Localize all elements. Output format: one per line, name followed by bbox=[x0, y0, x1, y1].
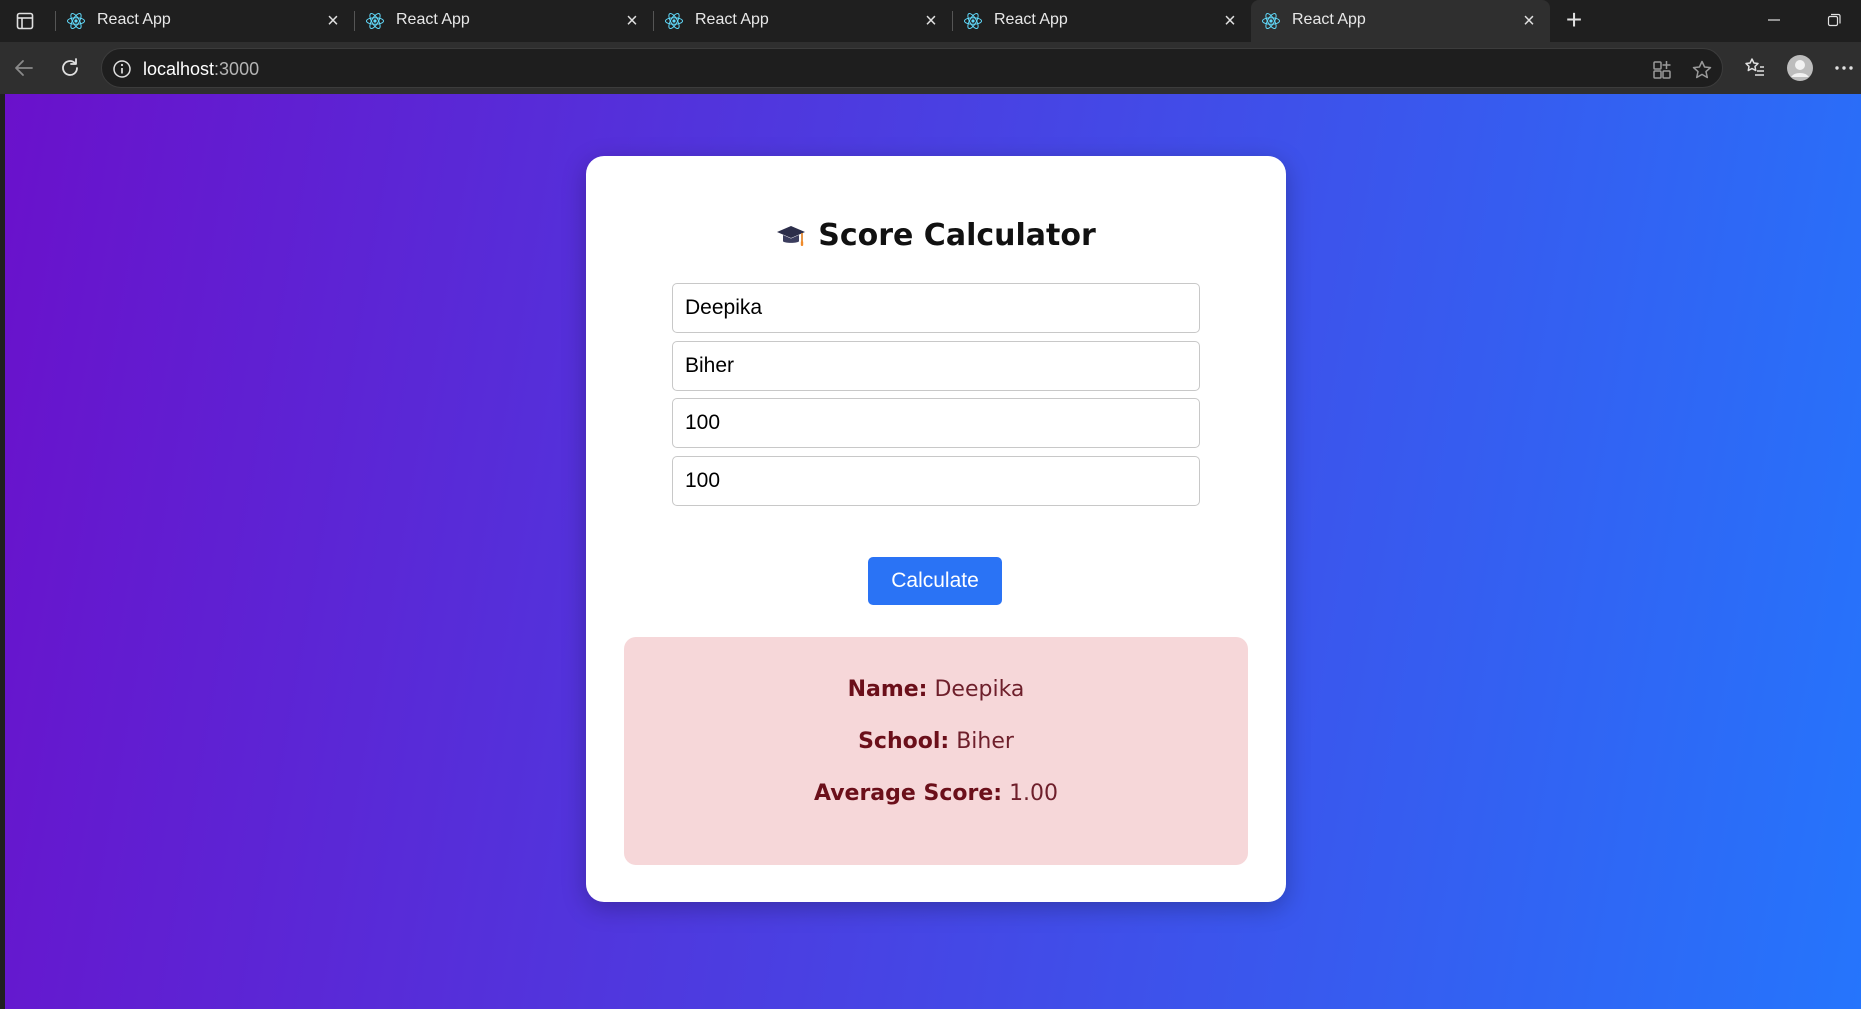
title-text: Score Calculator bbox=[818, 218, 1096, 253]
tab-react-app-2[interactable]: React App × bbox=[355, 0, 653, 42]
app-available-icon[interactable] bbox=[1650, 58, 1674, 82]
site-info-icon[interactable] bbox=[112, 59, 132, 79]
tab-react-app-1[interactable]: React App × bbox=[56, 0, 354, 42]
sidebar-toggle-icon[interactable] bbox=[10, 9, 40, 33]
profile-avatar-icon[interactable] bbox=[1786, 54, 1814, 82]
tab-title: React App bbox=[695, 11, 769, 28]
favorites-list-icon[interactable] bbox=[1741, 54, 1769, 82]
result-average-value: 1.00 bbox=[1009, 781, 1059, 806]
page-title: Score Calculator bbox=[586, 218, 1286, 253]
result-name-label: Name: bbox=[847, 677, 928, 702]
score2-input[interactable] bbox=[672, 456, 1200, 506]
result-average-label: Average Score: bbox=[813, 781, 1003, 806]
react-logo-icon bbox=[1261, 11, 1281, 31]
school-input[interactable] bbox=[672, 341, 1200, 391]
page-viewport: Score Calculator Calculate Name: Deepika… bbox=[5, 94, 1861, 1009]
tab-close-icon[interactable]: × bbox=[623, 11, 641, 31]
result-average: Average Score: 1.00 bbox=[624, 781, 1248, 806]
tab-close-icon[interactable]: × bbox=[1221, 11, 1239, 31]
react-logo-icon bbox=[963, 11, 983, 31]
tab-title: React App bbox=[396, 11, 470, 28]
tab-title: React App bbox=[97, 11, 171, 28]
result-school-value: Biher bbox=[956, 729, 1014, 754]
result-name: Name: Deepika bbox=[624, 677, 1248, 702]
tab-react-app-5-active[interactable]: React App × bbox=[1251, 0, 1550, 42]
url-text[interactable]: localhost:3000 bbox=[143, 59, 259, 80]
new-tab-plus-icon[interactable]: + bbox=[1559, 6, 1589, 36]
graduation-cap-icon bbox=[776, 219, 806, 249]
browser-toolbar: localhost:3000 bbox=[0, 42, 1861, 94]
tab-react-app-3[interactable]: React App × bbox=[654, 0, 952, 42]
back-arrow-icon[interactable] bbox=[10, 54, 38, 82]
result-school-label: School: bbox=[858, 729, 950, 754]
score1-input[interactable] bbox=[672, 398, 1200, 448]
score-calculator-card: Score Calculator Calculate Name: Deepika… bbox=[586, 156, 1286, 902]
more-options-icon[interactable] bbox=[1830, 54, 1858, 82]
tab-title: React App bbox=[1292, 11, 1366, 28]
calculate-button[interactable]: Calculate bbox=[868, 557, 1002, 605]
result-school: School: Biher bbox=[624, 729, 1248, 754]
tab-react-app-4[interactable]: React App × bbox=[953, 0, 1251, 42]
address-bar[interactable]: localhost:3000 bbox=[101, 48, 1723, 88]
result-name-value: Deepika bbox=[934, 677, 1025, 702]
tab-close-icon[interactable]: × bbox=[324, 11, 342, 31]
reload-icon[interactable] bbox=[56, 54, 84, 82]
url-port: :3000 bbox=[214, 59, 260, 79]
react-logo-icon bbox=[66, 11, 86, 31]
tab-close-icon[interactable]: × bbox=[1520, 11, 1538, 31]
react-logo-icon bbox=[664, 11, 684, 31]
url-host: localhost bbox=[143, 59, 215, 79]
tab-strip: React App × React App × React App × Reac… bbox=[0, 0, 1861, 42]
result-panel: Name: Deepika School: Biher Average Scor… bbox=[624, 637, 1248, 865]
tab-close-icon[interactable]: × bbox=[922, 11, 940, 31]
favorite-star-icon[interactable] bbox=[1690, 58, 1714, 82]
restore-window-icon[interactable] bbox=[1822, 10, 1846, 30]
minimize-icon[interactable] bbox=[1762, 10, 1786, 30]
tab-title: React App bbox=[994, 11, 1068, 28]
name-input[interactable] bbox=[672, 283, 1200, 333]
react-logo-icon bbox=[365, 11, 385, 31]
